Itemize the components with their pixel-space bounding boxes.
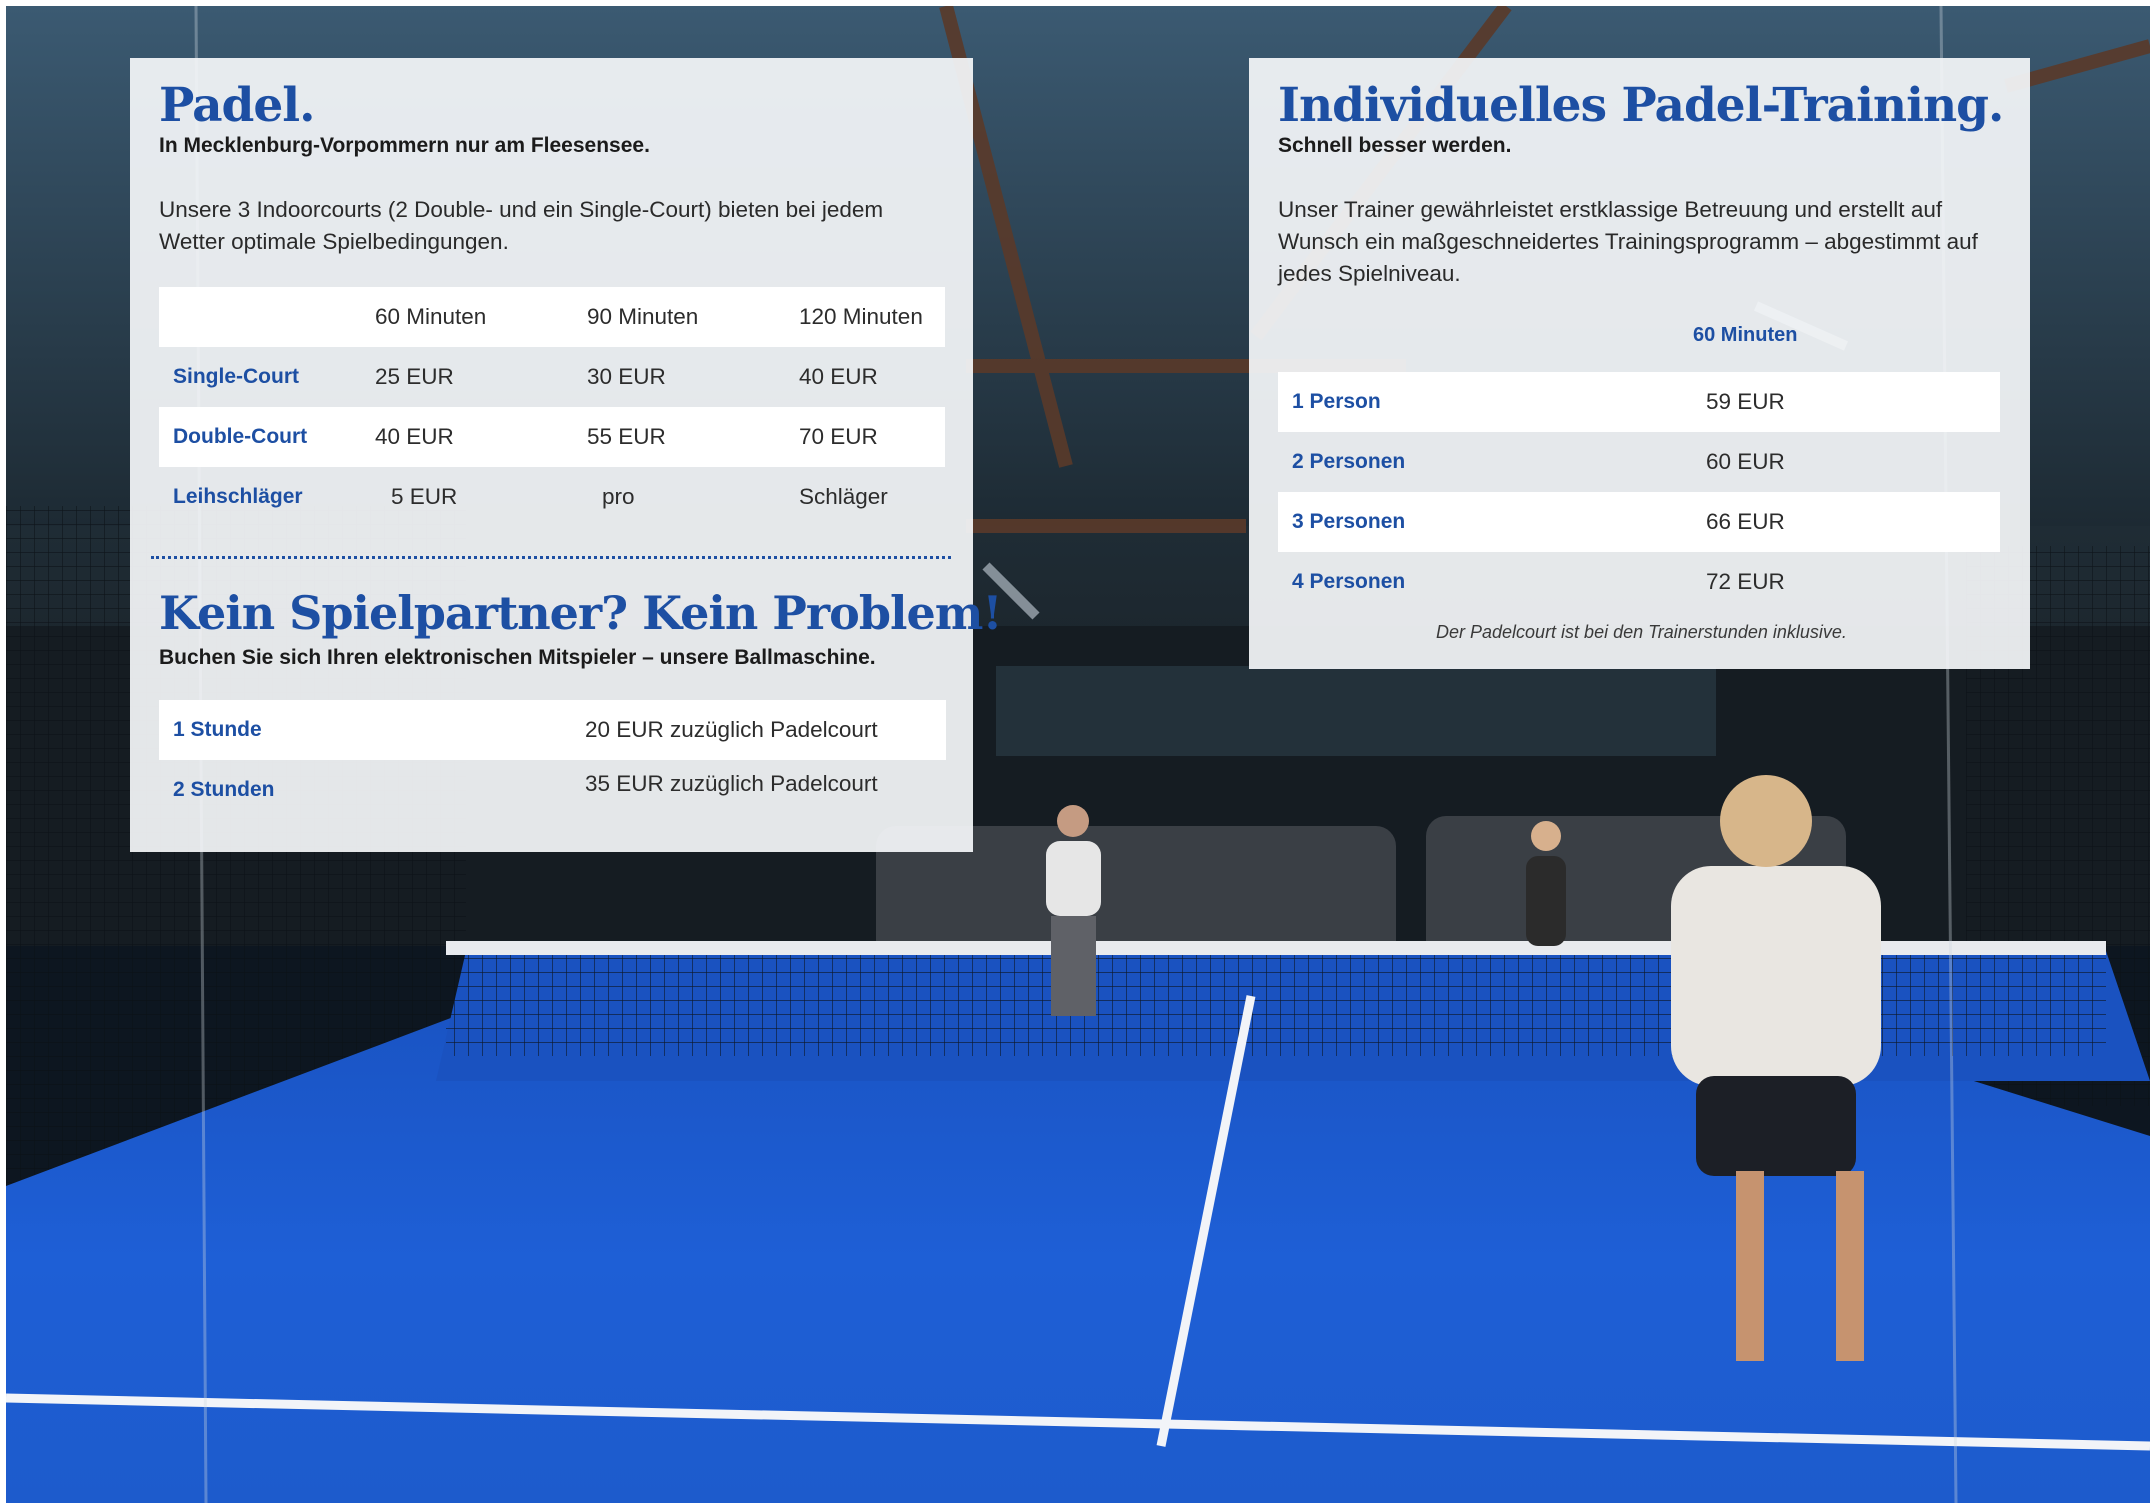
row-label: Leihschläger bbox=[173, 485, 303, 508]
row-label: 1 Person bbox=[1292, 390, 1381, 413]
price-cell: Schläger bbox=[799, 484, 888, 509]
table-row: 2 Stunden 35 EUR zuzüglich Padelcourt bbox=[159, 760, 946, 820]
padel-description: Unsere 3 Indoorcourts (2 Double- und ein… bbox=[159, 197, 884, 254]
ballmachine-title: Kein Spielpartner? Kein Problem! bbox=[159, 586, 1003, 640]
price-cell: 20 EUR zuzüglich Padelcourt bbox=[585, 717, 878, 742]
training-note: Der Padelcourt ist bei den Trainerstunde… bbox=[1436, 622, 1847, 642]
price-cell: 66 EUR bbox=[1706, 509, 1785, 534]
price-cell: 55 EUR bbox=[587, 424, 666, 449]
column-header: 60 Minuten bbox=[375, 304, 487, 329]
price-cell: 72 EUR bbox=[1706, 569, 1785, 594]
price-cell: pro bbox=[602, 484, 635, 509]
column-header: 90 Minuten bbox=[587, 304, 699, 329]
table-row: 2 Personen 60 EUR bbox=[1278, 432, 2000, 492]
price-cell: 5 EUR bbox=[391, 484, 458, 509]
price-cell: 25 EUR bbox=[375, 364, 454, 389]
table-row: 1 Stunde 20 EUR zuzüglich Padelcourt bbox=[159, 700, 946, 760]
ballmachine-subtitle: Buchen Sie sich Ihren elektronischen Mit… bbox=[159, 646, 876, 669]
padel-title: Padel. bbox=[159, 78, 316, 133]
table-header-row: 60 Minuten 90 Minuten 120 Minuten bbox=[159, 287, 945, 347]
price-cell: 35 EUR zuzüglich Padelcourt bbox=[585, 771, 878, 796]
price-cell: 60 EUR bbox=[1706, 449, 1785, 474]
price-cell: 30 EUR bbox=[587, 364, 666, 389]
table-row: Leihschläger 5 EUR pro Schläger bbox=[159, 467, 945, 527]
padel-pricing-card: Padel. In Mecklenburg-Vorpommern nur am … bbox=[130, 58, 1003, 852]
row-label: Single-Court bbox=[173, 365, 299, 388]
table-row: 1 Person 59 EUR bbox=[1278, 372, 2000, 432]
padel-subtitle: In Mecklenburg-Vorpommern nur am Fleesen… bbox=[159, 134, 650, 157]
table-row: 3 Personen 66 EUR bbox=[1278, 492, 2000, 552]
table-row: 4 Personen 72 EUR bbox=[1278, 552, 2000, 612]
price-cell: 40 EUR bbox=[799, 364, 878, 389]
price-cell: 70 EUR bbox=[799, 424, 878, 449]
row-label: 1 Stunde bbox=[173, 718, 262, 741]
price-cell: 59 EUR bbox=[1706, 389, 1785, 414]
table-row: Single-Court 25 EUR 30 EUR 40 EUR bbox=[159, 347, 945, 407]
price-cell: 40 EUR bbox=[375, 424, 454, 449]
row-label: 2 Stunden bbox=[173, 778, 275, 801]
training-title: Individuelles Padel-Training. bbox=[1278, 78, 2004, 133]
training-subtitle: Schnell besser werden. bbox=[1278, 134, 1512, 157]
section-divider bbox=[151, 556, 951, 559]
row-label: 4 Personen bbox=[1292, 570, 1406, 593]
training-description: Unser Trainer gewährleistet erstklassige… bbox=[1278, 197, 1978, 286]
training-pricing-card: Individuelles Padel-Training. Schnell be… bbox=[1249, 58, 2030, 669]
row-label: 3 Personen bbox=[1292, 510, 1406, 533]
table-row: Double-Court 40 EUR 55 EUR 70 EUR bbox=[159, 407, 945, 467]
row-label: Double-Court bbox=[173, 425, 308, 448]
row-label: 2 Personen bbox=[1292, 450, 1406, 473]
column-header: 60 Minuten bbox=[1693, 324, 1798, 346]
column-header: 120 Minuten bbox=[799, 304, 923, 329]
